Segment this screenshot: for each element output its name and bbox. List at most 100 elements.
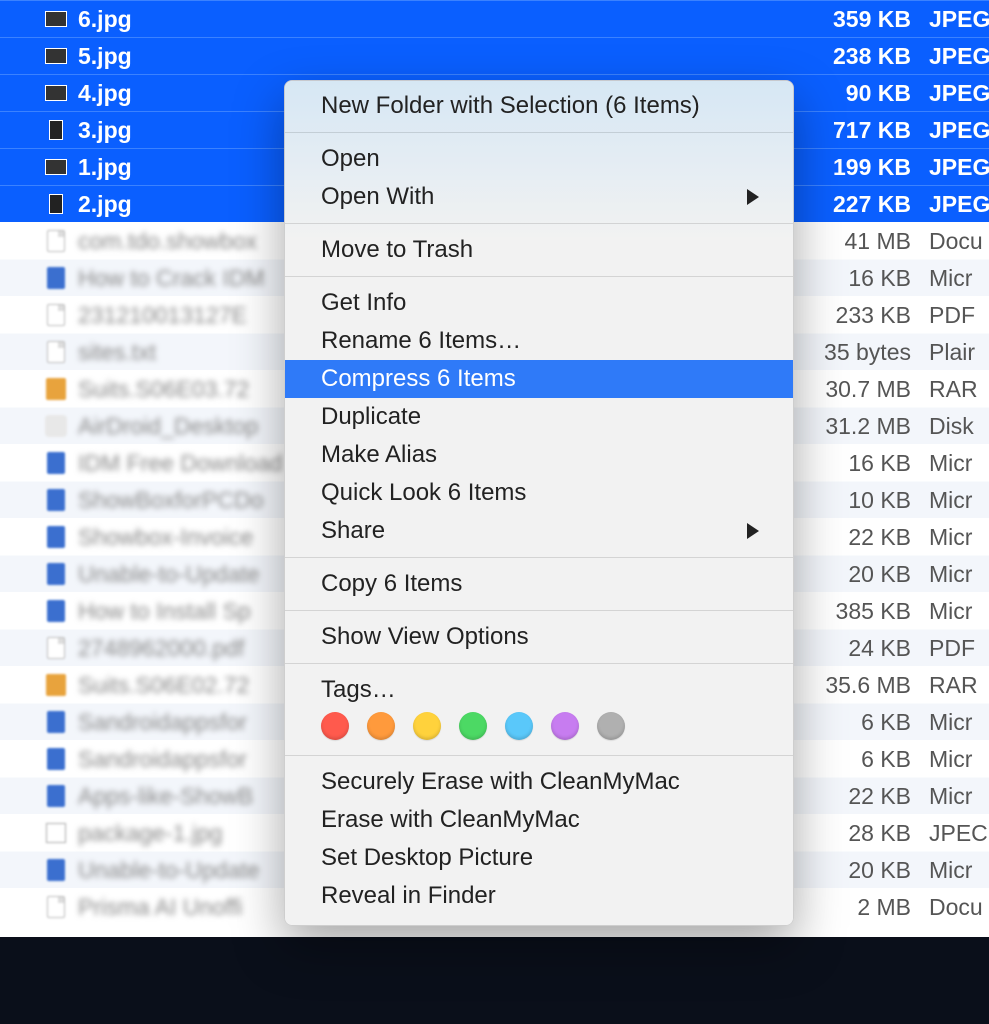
menu-get-info[interactable]: Get Info <box>285 284 793 322</box>
menu-show-view-options[interactable]: Show View Options <box>285 618 793 656</box>
menu-compress[interactable]: Compress 6 Items <box>285 360 793 398</box>
file-kind: Micr <box>929 487 989 514</box>
file-name: 5.jpg <box>78 43 799 70</box>
menu-item-label: Set Desktop Picture <box>321 844 533 872</box>
file-kind: PDF <box>929 302 989 329</box>
menu-new-folder-with-selection[interactable]: New Folder with Selection (6 Items) <box>285 87 793 125</box>
file-kind: Micr <box>929 524 989 551</box>
word-doc-icon <box>47 859 65 881</box>
menu-item-label: Quick Look 6 Items <box>321 479 526 507</box>
image-thumbnail-icon <box>49 120 63 140</box>
menu-separator <box>285 663 793 664</box>
word-doc-icon <box>47 526 65 548</box>
file-size: 22 KB <box>799 524 929 551</box>
tag-color-dot[interactable] <box>459 712 487 740</box>
submenu-arrow-icon <box>747 523 759 539</box>
menu-securely-erase-cleanmymac[interactable]: Securely Erase with CleanMyMac <box>285 763 793 801</box>
file-kind: JPEG <box>929 117 989 144</box>
tag-color-dot[interactable] <box>367 712 395 740</box>
menu-item-label: Make Alias <box>321 441 437 469</box>
file-row-selected[interactable]: 5.jpg238 KBJPEG <box>0 37 989 74</box>
file-name: 6.jpg <box>78 6 799 33</box>
menu-item-label: Reveal in Finder <box>321 882 496 910</box>
pdf-icon <box>47 637 65 659</box>
menu-separator <box>285 755 793 756</box>
image-thumbnail-icon <box>45 48 67 64</box>
menu-item-label: Duplicate <box>321 403 421 431</box>
file-size: 199 KB <box>799 154 929 181</box>
file-kind: JPEG <box>929 6 989 33</box>
menu-item-label: Open <box>321 145 380 173</box>
tag-color-dot[interactable] <box>551 712 579 740</box>
menu-set-desktop-picture[interactable]: Set Desktop Picture <box>285 839 793 877</box>
menu-separator <box>285 223 793 224</box>
menu-make-alias[interactable]: Make Alias <box>285 436 793 474</box>
file-kind: JPEG <box>929 191 989 218</box>
menu-copy[interactable]: Copy 6 Items <box>285 565 793 603</box>
file-kind: Micr <box>929 598 989 625</box>
file-size: 16 KB <box>799 450 929 477</box>
file-kind: RAR <box>929 672 989 699</box>
menu-duplicate[interactable]: Duplicate <box>285 398 793 436</box>
file-size: 238 KB <box>799 43 929 70</box>
file-row-selected[interactable]: 6.jpg359 KBJPEG <box>0 0 989 37</box>
file-kind: Micr <box>929 746 989 773</box>
menu-item-label: Share <box>321 517 385 545</box>
menu-item-label: Copy 6 Items <box>321 570 462 598</box>
menu-share[interactable]: Share <box>285 512 793 550</box>
image-thumbnail-icon <box>45 85 67 101</box>
menu-item-label: Move to Trash <box>321 236 473 264</box>
file-size: 6 KB <box>799 709 929 736</box>
file-kind: PDF <box>929 635 989 662</box>
menu-item-label: Show View Options <box>321 623 529 651</box>
menu-item-label: Tags… <box>321 676 396 704</box>
word-doc-icon <box>47 489 65 511</box>
file-kind: Docu <box>929 894 989 921</box>
file-kind: Micr <box>929 450 989 477</box>
menu-item-label: Erase with CleanMyMac <box>321 806 580 834</box>
menu-move-to-trash[interactable]: Move to Trash <box>285 231 793 269</box>
image-thumbnail-icon <box>45 159 67 175</box>
file-size: 385 KB <box>799 598 929 625</box>
file-size: 20 KB <box>799 561 929 588</box>
file-size: 16 KB <box>799 265 929 292</box>
menu-tags[interactable]: Tags… <box>285 671 793 704</box>
word-doc-icon <box>47 600 65 622</box>
image-thumbnail-icon <box>45 11 67 27</box>
menu-quick-look[interactable]: Quick Look 6 Items <box>285 474 793 512</box>
file-size: 28 KB <box>799 820 929 847</box>
context-menu[interactable]: New Folder with Selection (6 Items) Open… <box>284 80 794 926</box>
menu-erase-cleanmymac[interactable]: Erase with CleanMyMac <box>285 801 793 839</box>
tag-color-dot[interactable] <box>321 712 349 740</box>
menu-item-label: Compress 6 Items <box>321 365 516 393</box>
file-size: 41 MB <box>799 228 929 255</box>
menu-separator <box>285 276 793 277</box>
tag-color-row <box>285 704 793 748</box>
menu-separator <box>285 557 793 558</box>
archive-icon <box>46 674 66 696</box>
menu-rename[interactable]: Rename 6 Items… <box>285 322 793 360</box>
disk-image-icon <box>45 415 67 437</box>
document-icon <box>47 896 65 918</box>
menu-item-label: Open With <box>321 183 434 211</box>
file-size: 20 KB <box>799 857 929 884</box>
menu-separator <box>285 132 793 133</box>
file-size: 90 KB <box>799 80 929 107</box>
tag-color-dot[interactable] <box>597 712 625 740</box>
tag-color-dot[interactable] <box>505 712 533 740</box>
menu-open-with[interactable]: Open With <box>285 178 793 216</box>
file-kind: Micr <box>929 265 989 292</box>
file-size: 6 KB <box>799 746 929 773</box>
word-doc-icon <box>47 452 65 474</box>
tag-color-dot[interactable] <box>413 712 441 740</box>
menu-reveal-in-finder[interactable]: Reveal in Finder <box>285 877 793 915</box>
menu-item-label: Get Info <box>321 289 406 317</box>
image-thumbnail-icon <box>49 194 63 214</box>
file-kind: Micr <box>929 561 989 588</box>
submenu-arrow-icon <box>747 189 759 205</box>
word-doc-icon <box>47 563 65 585</box>
menu-open[interactable]: Open <box>285 140 793 178</box>
text-file-icon <box>47 341 65 363</box>
file-size: 24 KB <box>799 635 929 662</box>
menu-item-label: Rename 6 Items… <box>321 327 521 355</box>
